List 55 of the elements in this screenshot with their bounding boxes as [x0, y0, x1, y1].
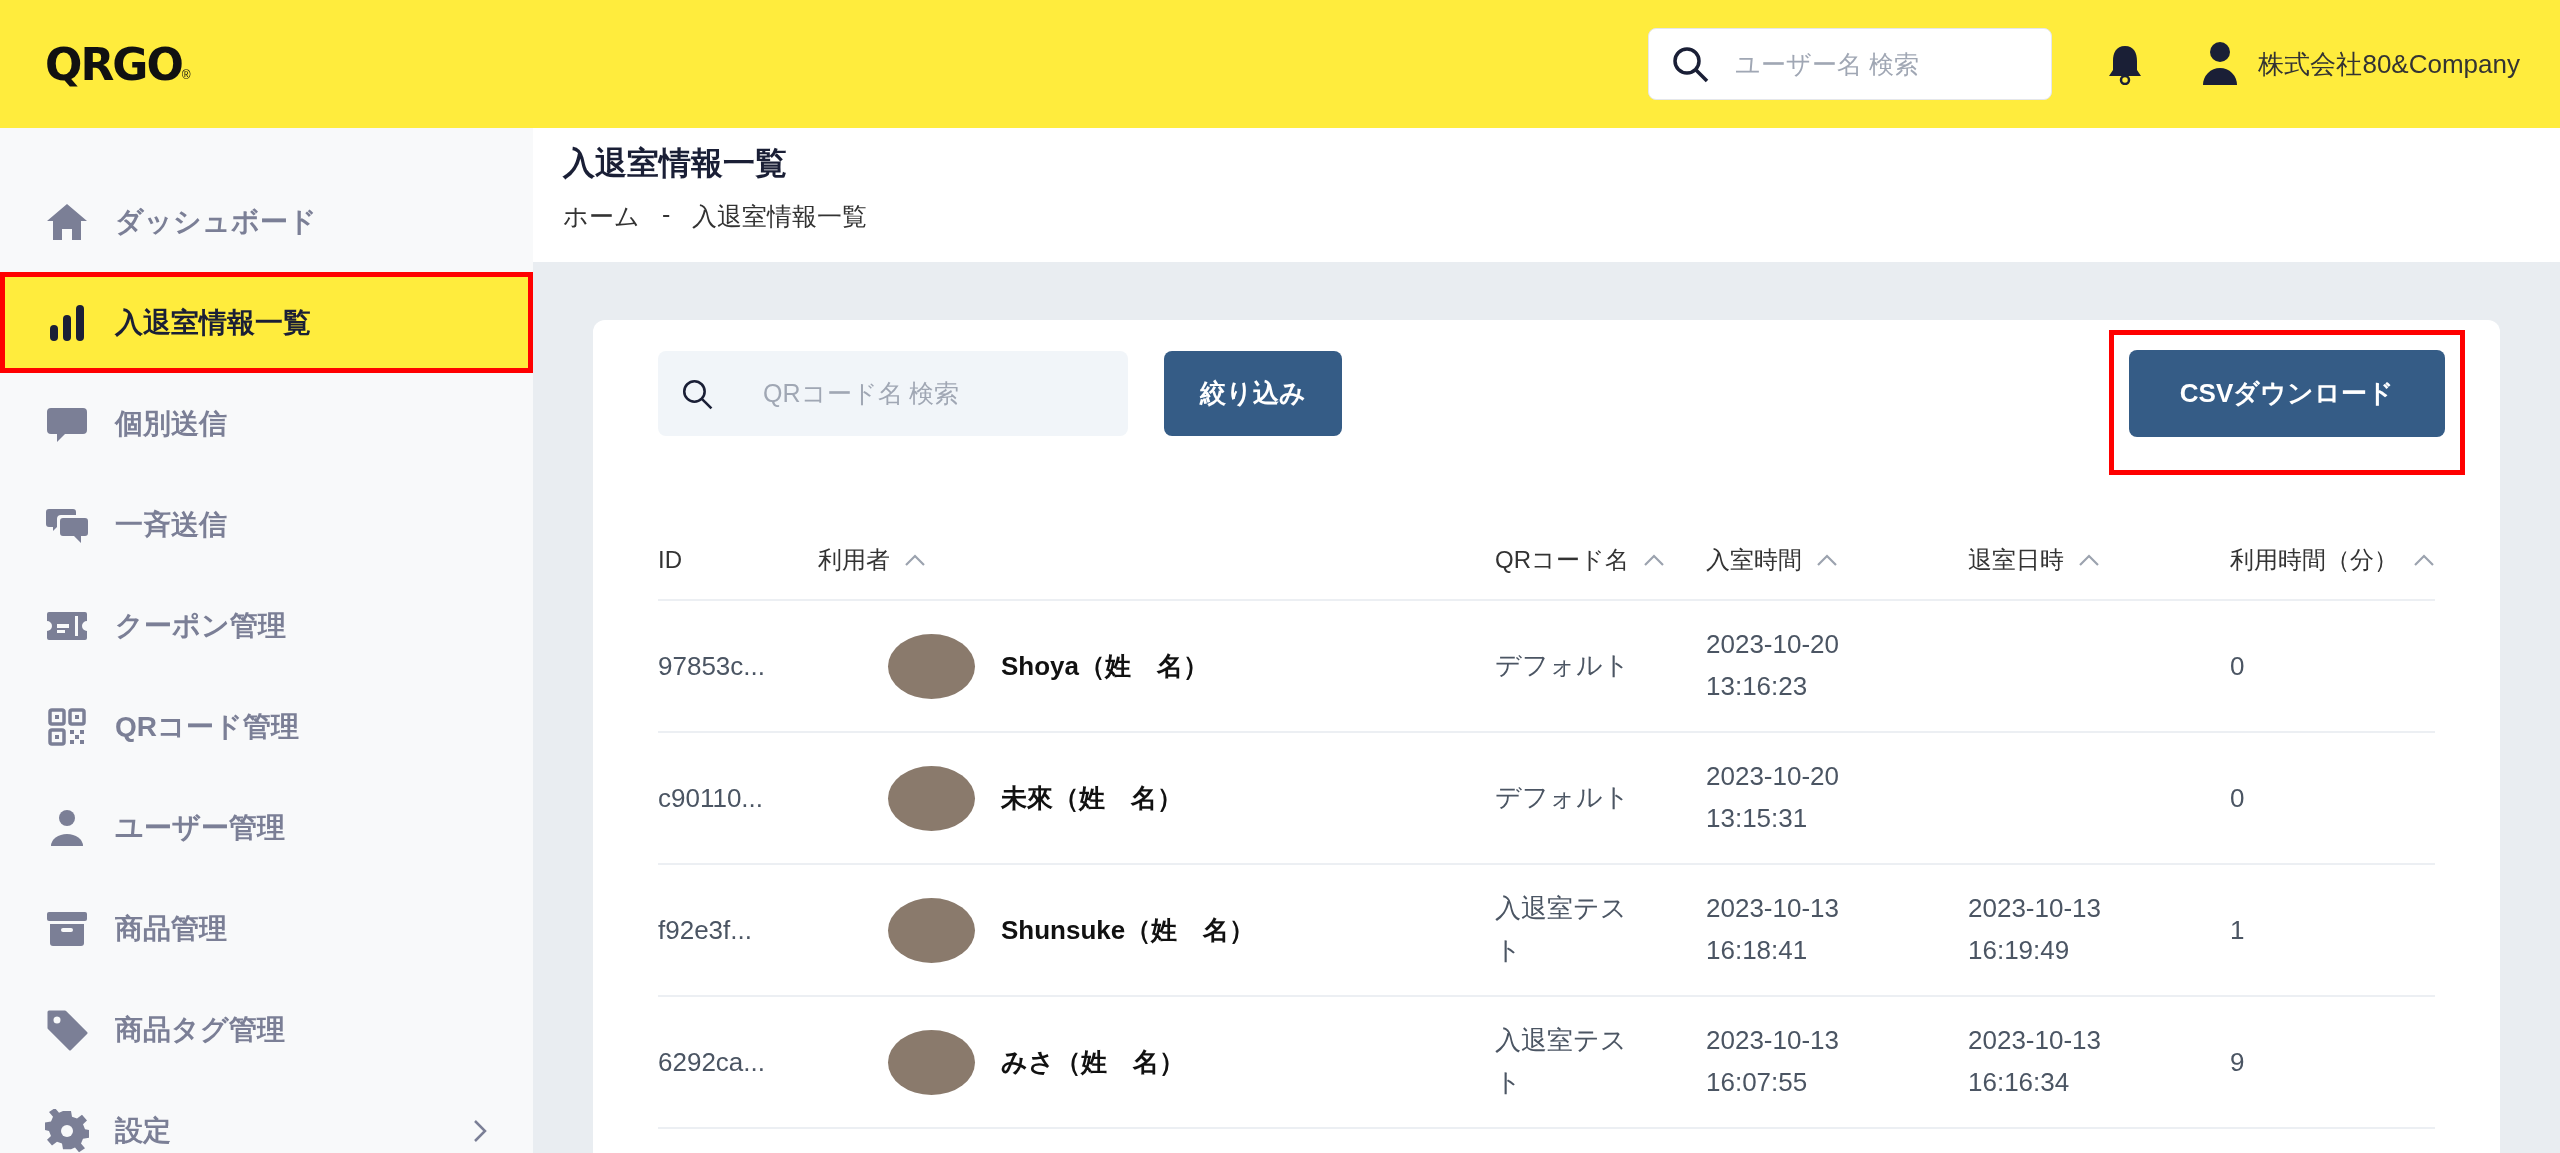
sidebar-item[interactable]: 一斉送信 — [0, 474, 533, 575]
table-cell-text: 9 — [2230, 1046, 2246, 1078]
sidebar-item[interactable]: 商品管理 — [0, 878, 533, 979]
user-icon[interactable] — [2202, 41, 2239, 87]
qr-search-field[interactable]: QRコード名 検索 — [658, 351, 1128, 436]
table-cell-text: 2023-10-20 13:16:23 — [1706, 628, 1840, 703]
breadcrumb-item[interactable]: ホーム — [563, 200, 640, 233]
table-cell-text: 0 — [2230, 782, 2246, 814]
user-search-field[interactable]: ユーザー名 検索 — [1648, 28, 2053, 100]
sidebar-item[interactable]: QRコード管理 — [0, 676, 533, 777]
table-cell-text: 6292ca... — [658, 1046, 766, 1078]
bell-icon[interactable] — [2108, 43, 2143, 85]
table-cell-text: デフォルト — [1495, 649, 1631, 683]
sidebar-item[interactable]: ダッシュボード — [0, 171, 533, 272]
sidebar-item[interactable]: クーポン管理 — [0, 575, 533, 676]
breadcrumb-item: 入退室情報一覧 — [692, 201, 868, 232]
table-cell-text: 1 — [2230, 914, 2246, 946]
sidebar-item[interactable]: 入退室情報一覧 — [0, 272, 533, 373]
table-cell-text: 入退室テスト — [1495, 1024, 1628, 1099]
table-cell-text: 0 — [2230, 650, 2246, 682]
column-header: 利用者 — [818, 545, 890, 575]
table-cell-text: 2023-10-13 16:07:55 — [1706, 1024, 1840, 1099]
column-header: 入室時間 — [1706, 545, 1802, 575]
table-cell-text: f92e3f... — [658, 914, 753, 946]
table-cell-text: 2023-10-13 16:16:34 — [1968, 1024, 2102, 1099]
user-name: Shunsuke（姓 名） — [1001, 913, 1256, 947]
table-cell-text: 2023-10-13 16:19:49 — [1968, 892, 2102, 967]
page-title: 入退室情報一覧 — [563, 144, 788, 183]
account-name[interactable]: 株式会社80&Company — [2258, 46, 2520, 82]
breadcrumb-separator: - — [662, 200, 671, 230]
logo[interactable]: QRGO® — [45, 38, 191, 90]
sort-icon[interactable] — [2413, 553, 2435, 567]
table-cell-text: 2023-10-20 13:15:31 — [1706, 760, 1840, 835]
column-header: ID — [658, 546, 682, 574]
sort-icon[interactable] — [1643, 553, 1665, 567]
table-cell-text: 97853c... — [658, 650, 766, 682]
sidebar-item[interactable]: 個別送信 — [0, 373, 533, 474]
table-cell-text: c90110... — [658, 782, 765, 814]
sort-icon[interactable] — [2078, 553, 2100, 567]
sidebar-item[interactable]: ユーザー管理 — [0, 777, 533, 878]
table-cell-text: 入退室テスト — [1495, 892, 1628, 967]
user-name: Shoya（姓 名） — [1001, 649, 1210, 683]
csv-download-button[interactable]: CSVダウンロード — [2129, 350, 2445, 437]
filter-button[interactable]: 絞り込み — [1164, 351, 1342, 436]
user-name: 未來（姓 名） — [1001, 781, 1183, 815]
sidebar-item[interactable]: 商品タグ管理 — [0, 979, 533, 1080]
column-header: 退室日時 — [1968, 545, 2064, 575]
sidebar-item[interactable]: 設定 — [0, 1080, 533, 1153]
table-cell-text: デフォルト — [1495, 781, 1631, 815]
table-cell-text: 2023-10-13 16:18:41 — [1706, 892, 1840, 967]
sort-icon[interactable] — [904, 553, 926, 567]
column-header: 利用時間（分） — [2230, 545, 2398, 575]
user-name: みさ（姓 名） — [1001, 1045, 1185, 1079]
sort-icon[interactable] — [1816, 553, 1838, 567]
column-header: QRコード名 — [1495, 545, 1629, 575]
